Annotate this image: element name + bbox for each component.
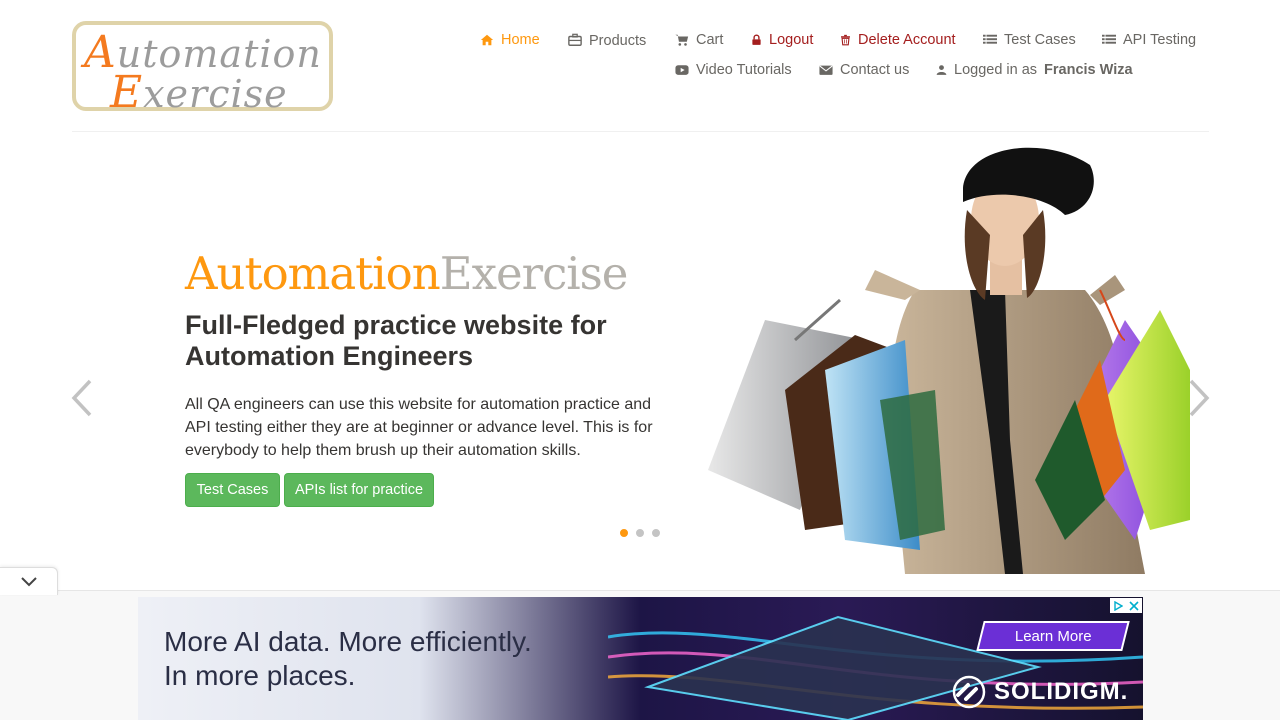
chevron-down-icon (20, 576, 37, 586)
ad-choices-controls[interactable] (1110, 598, 1142, 613)
nav-cart-link[interactable]: Cart (675, 32, 723, 48)
nav-logout-link[interactable]: Logout (751, 32, 813, 48)
hero-description: All QA engineers can use this website fo… (185, 396, 653, 459)
logged-in-prefix: Logged in as (954, 62, 1038, 78)
slider-dot-1[interactable] (619, 528, 629, 538)
ad-banner[interactable]: More AI data. More efficiently. In more … (138, 597, 1143, 720)
ad-headline: More AI data. More efficiently. In more … (164, 625, 532, 693)
slider-dot-2[interactable] (635, 528, 645, 538)
envelope-icon (819, 65, 833, 75)
ad-brand-logo: SOLIDIGM. (952, 675, 1128, 709)
briefcase-icon (568, 33, 582, 46)
slider-next-arrow-icon[interactable] (1187, 378, 1211, 418)
slider-prev-arrow-icon[interactable] (70, 378, 94, 418)
hero-title: AutomationExercise (185, 247, 628, 300)
nav-api-testing-label: API Testing (1123, 32, 1197, 48)
list-icon (1102, 34, 1116, 44)
home-icon (480, 34, 494, 46)
ad-headline-line2: In more places. (164, 660, 356, 691)
nav-home-label: Home (501, 32, 540, 48)
ad-brand-text: SOLIDIGM. (994, 678, 1129, 705)
slider-dot-3[interactable] (651, 528, 661, 538)
logged-in-username: Francis Wiza (1044, 62, 1133, 78)
hero-subtitle: Full-Fledged practice website for Automa… (185, 310, 607, 371)
lock-icon (752, 34, 761, 45)
ad-close-icon[interactable] (1126, 598, 1142, 613)
nav-contact-us-link[interactable]: Contact us (819, 62, 909, 78)
solidigm-logo-icon (952, 675, 986, 709)
ad-headline-line1: More AI data. More efficiently. (164, 626, 532, 657)
ad-learn-more-label: Learn More (1014, 627, 1092, 645)
site-logo[interactable]: Automation Exercise (72, 21, 333, 118)
test-cases-button[interactable]: Test Cases (185, 473, 280, 507)
nav-test-cases-label: Test Cases (1004, 32, 1076, 48)
nav-test-cases-link[interactable]: Test Cases (983, 32, 1076, 48)
apis-list-button[interactable]: APIs list for practice (284, 473, 434, 507)
nav-delete-account-label: Delete Account (858, 32, 956, 48)
nav-logged-in-user[interactable]: Logged in as Francis Wiza (936, 62, 1133, 78)
logo-text-line2: Exercise (110, 67, 288, 118)
nav-video-tutorials-link[interactable]: Video Tutorials (675, 62, 792, 78)
nav-api-testing-link[interactable]: API Testing (1102, 32, 1196, 48)
nav-home-link[interactable]: Home (480, 32, 540, 48)
ad-collapse-toggle[interactable] (0, 567, 58, 595)
nav-products-label: Products (589, 33, 647, 49)
nav-contact-us-label: Contact us (840, 62, 910, 78)
list-icon (983, 34, 997, 44)
nav-video-tutorials-label: Video Tutorials (696, 62, 792, 78)
youtube-play-icon (675, 65, 689, 75)
nav-products-link[interactable]: Products (568, 32, 647, 49)
nav-cart-label: Cart (696, 32, 724, 48)
ad-learn-more-button[interactable]: Learn More (976, 621, 1130, 651)
hero-girl-shopping-bags-image (708, 147, 1190, 574)
cart-icon (675, 34, 689, 46)
user-icon (936, 65, 947, 75)
header-divider (72, 131, 1209, 132)
nav-delete-account-link[interactable]: Delete Account (840, 32, 956, 48)
trash-icon (841, 34, 850, 46)
nav-logout-label: Logout (769, 32, 814, 48)
ad-choices-icon[interactable] (1110, 598, 1126, 613)
